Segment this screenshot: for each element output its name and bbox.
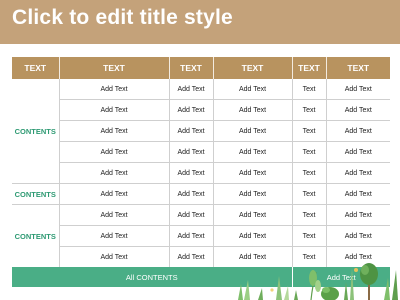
table-cell[interactable]: Add Text xyxy=(213,162,293,184)
column-header: TEXT xyxy=(213,57,293,79)
table-row: CONTENTS Add Text Add Text Add Text Text… xyxy=(12,204,390,267)
table-cell[interactable]: Add Text xyxy=(213,183,293,205)
column-header: TEXT xyxy=(12,57,60,79)
table-cell[interactable]: Add Text xyxy=(326,99,390,121)
table-cell[interactable]: Text xyxy=(292,183,327,205)
table-row: Add Text Add Text Add Text Text Add Text xyxy=(12,141,390,163)
column-header: TEXT xyxy=(326,57,390,79)
table-cell[interactable]: Add Text xyxy=(213,204,293,226)
table-row: Add Text Add Text Add Text Text Add Text xyxy=(12,120,390,142)
table-cell[interactable]: Add Text xyxy=(59,162,170,184)
table-cell[interactable]: Add Text xyxy=(59,246,170,267)
table-cell[interactable]: Add Text xyxy=(59,79,170,100)
table-cell[interactable]: Add Text xyxy=(213,79,293,100)
table-cell[interactable]: Add Text xyxy=(169,225,214,247)
table-cell[interactable]: Add Text xyxy=(213,120,293,142)
table-cell[interactable]: Add Text xyxy=(59,204,170,226)
table-cell[interactable]: Add Text xyxy=(59,99,170,121)
table-cell[interactable]: Add Text xyxy=(169,120,214,142)
table-row: Add Text Add Text Add Text Text Add Text xyxy=(12,99,390,121)
table-cell[interactable]: Add Text xyxy=(169,141,214,163)
slide-title[interactable]: Click to edit title style xyxy=(12,6,233,30)
table-cell[interactable]: Add Text xyxy=(326,120,390,142)
table-cell[interactable]: Add Text xyxy=(326,183,390,205)
table-cell[interactable]: Text xyxy=(292,120,327,142)
table-cell[interactable]: Add Text xyxy=(169,183,214,205)
table-cell[interactable]: Add Text xyxy=(59,183,170,205)
row-group-label: CONTENTS xyxy=(12,183,60,205)
table-cell[interactable]: Add Text xyxy=(326,204,390,226)
table-cell[interactable]: Text xyxy=(292,204,327,226)
column-header: TEXT xyxy=(59,57,170,79)
row-group-label: CONTENTS xyxy=(12,79,60,184)
table-cell[interactable]: Add Text xyxy=(169,162,214,184)
table-cell[interactable]: Add Text xyxy=(169,246,214,267)
table-cell[interactable]: Add Text xyxy=(213,99,293,121)
table-cell[interactable]: Add Text xyxy=(213,141,293,163)
table-cell[interactable]: Text xyxy=(292,162,327,184)
table-row: CONTENTS Add Text Add Text Add Text Text… xyxy=(12,79,390,184)
table-cell[interactable]: Add Text xyxy=(326,225,390,247)
column-header: TEXT xyxy=(169,57,214,79)
table-cell[interactable]: Add Text xyxy=(169,99,214,121)
table-cell[interactable]: Text xyxy=(292,79,327,100)
table-row: Add Text Add Text Add Text Text Add Text xyxy=(12,162,390,184)
table-cell[interactable]: Add Text xyxy=(59,141,170,163)
table-cell[interactable]: Add Text xyxy=(59,120,170,142)
table-row: Add Text Add Text Add Text Text Add Text xyxy=(12,225,390,247)
plants-illustration xyxy=(238,263,398,300)
table-row: CONTENTS Add Text Add Text Add Text Text… xyxy=(12,183,390,205)
table-cell[interactable]: Add Text xyxy=(326,79,390,100)
table-cell[interactable]: Text xyxy=(292,99,327,121)
table-cell[interactable]: Add Text xyxy=(169,204,214,226)
table-cell[interactable]: Text xyxy=(292,225,327,247)
table-cell[interactable]: Add Text xyxy=(326,162,390,184)
zigzag-edge xyxy=(0,36,400,44)
table-cell[interactable]: Add Text xyxy=(213,225,293,247)
table-header-row: TEXT TEXT TEXT TEXT TEXT TEXT xyxy=(12,57,390,79)
table-cell[interactable]: Add Text xyxy=(169,79,214,100)
table-cell[interactable]: Text xyxy=(292,141,327,163)
table-cell[interactable]: Add Text xyxy=(59,225,170,247)
row-group-label: CONTENTS xyxy=(12,204,60,267)
table-cell[interactable]: Add Text xyxy=(326,141,390,163)
column-header: TEXT xyxy=(292,57,327,79)
